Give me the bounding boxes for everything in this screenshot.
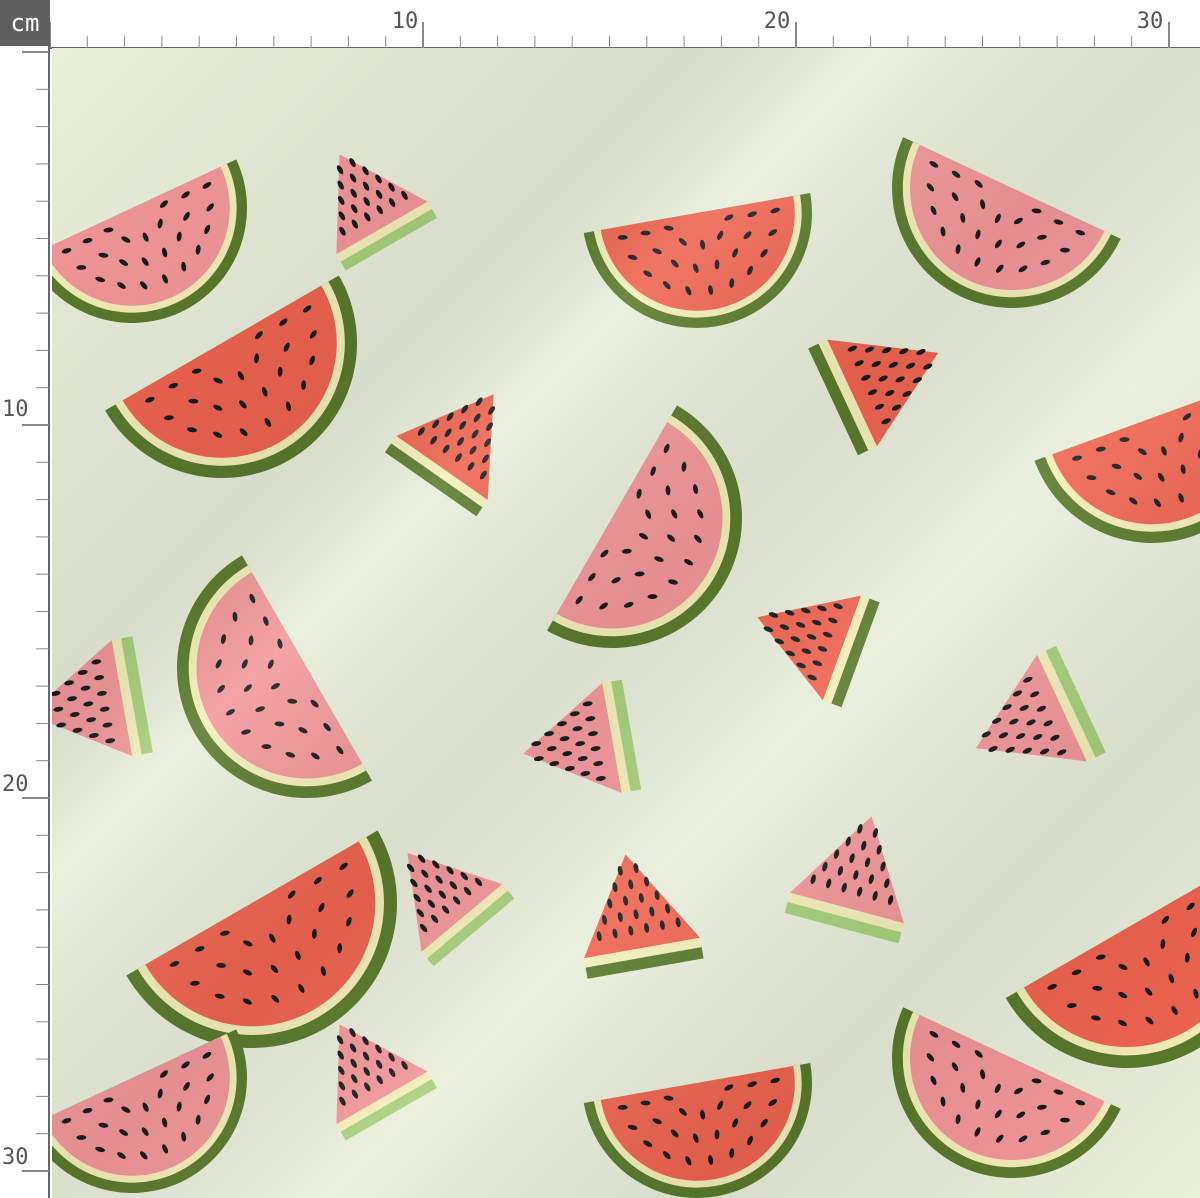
- left-ruler-label-20: 20: [2, 772, 29, 797]
- top-ruler-label-10: 10: [392, 9, 419, 34]
- top-ruler-ticks: [50, 22, 1170, 48]
- ruler-unit-label: cm: [0, 0, 50, 46]
- left-ruler-label-30: 30: [2, 1145, 29, 1170]
- fabric-fold-shading: [52, 48, 1200, 1198]
- top-ruler: 10 20 30: [50, 0, 1200, 50]
- top-ruler-label-20: 20: [764, 9, 791, 34]
- top-ruler-label-30: 30: [1137, 9, 1164, 34]
- left-ruler-ticks: [22, 51, 49, 1172]
- left-ruler: 10 20 30: [0, 46, 50, 1198]
- fabric-swatch: [52, 48, 1200, 1198]
- left-ruler-label-10: 10: [2, 397, 29, 422]
